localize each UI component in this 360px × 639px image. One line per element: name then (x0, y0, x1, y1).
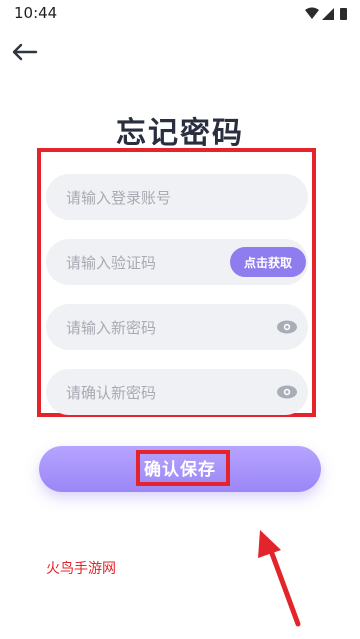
code-placeholder: 请输入验证码 (66, 253, 157, 272)
annotation-arrow (258, 530, 301, 627)
new-password-placeholder: 请输入新密码 (66, 318, 157, 337)
confirm-password-input[interactable]: 请确认新密码 (46, 369, 308, 415)
wifi-icon (305, 7, 319, 19)
account-placeholder: 请输入登录账号 (66, 188, 172, 207)
signal-icon (322, 8, 334, 20)
watermark: 火鸟手游网 (46, 561, 116, 577)
status-bar: 10:44 (0, 0, 360, 28)
account-input[interactable]: 请输入登录账号 (46, 174, 308, 220)
new-password-input[interactable]: 请输入新密码 (46, 304, 308, 350)
back-button[interactable] (8, 38, 42, 66)
status-time: 10:44 (14, 4, 58, 22)
save-button-label: 确认保存 (144, 460, 216, 480)
confirm-password-placeholder: 请确认新密码 (66, 383, 157, 402)
page-title: 忘记密码 (116, 116, 244, 151)
eye-icon[interactable] (276, 384, 298, 400)
status-icons (305, 7, 347, 20)
battery-icon (340, 8, 347, 20)
get-code-button[interactable]: 点击获取 (230, 247, 306, 277)
eye-icon[interactable] (276, 319, 298, 335)
back-arrow-icon (12, 43, 38, 61)
verification-code-input[interactable]: 请输入验证码 点击获取 (46, 239, 308, 285)
